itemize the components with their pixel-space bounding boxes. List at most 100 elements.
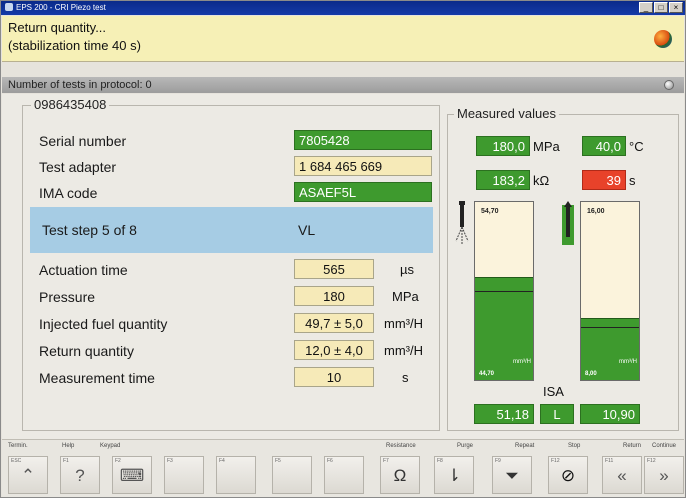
main-area: 0986435408 Serial number 7805428 Test ad…	[2, 94, 684, 439]
keypad-button[interactable]: F2 ⌨	[112, 456, 152, 494]
key-number: F11	[605, 458, 614, 464]
key-number: F3	[167, 458, 173, 464]
resistance-button[interactable]: F7 Ω	[380, 456, 420, 494]
maximize-button[interactable]: □	[654, 2, 668, 13]
double-chevron-left-icon: «	[617, 466, 627, 485]
return-quantity-unit: mm³/H	[384, 343, 423, 358]
injector-purge-icon: ⇂	[446, 466, 462, 485]
minimize-button[interactable]: _	[639, 2, 653, 13]
injected-gauge-min: 44,70	[479, 371, 495, 377]
close-button[interactable]: ×	[669, 2, 683, 13]
resistance-reading-unit: kΩ	[533, 173, 550, 188]
f4-button[interactable]: F4	[216, 456, 256, 494]
ima-code-label: IMA code	[39, 185, 98, 201]
return-quantity-label: Return quantity	[39, 343, 134, 359]
pressure-reading: 180,0	[476, 136, 530, 156]
help-icon: ?	[75, 466, 85, 485]
termin-button[interactable]: ESC ⌃	[8, 456, 48, 494]
temperature-reading: 40,0	[582, 136, 626, 156]
injected-gauge-max: 54,70	[481, 208, 499, 215]
key-number: ESC	[11, 458, 22, 464]
title-bar: EPS 200 - CRI Piezo test _ □ ×	[1, 1, 685, 15]
globe-icon	[654, 30, 672, 48]
injected-fuel-label: Injected fuel quantity	[39, 316, 168, 332]
injector-spray-icon	[455, 201, 469, 245]
app-window: EPS 200 - CRI Piezo test _ □ × Return qu…	[0, 0, 686, 498]
injected-quantity-gauge: 54,70 mm³/H 44,70	[474, 201, 534, 381]
elapsed-time-reading-unit: s	[629, 173, 636, 188]
help-label: Help	[62, 443, 75, 449]
f3-button[interactable]: F3	[164, 456, 204, 494]
measurement-time-label: Measurement time	[39, 370, 155, 386]
part-number: 0986435408	[31, 97, 110, 112]
actuation-time-field: 565	[294, 259, 374, 279]
key-number: F4	[219, 458, 225, 464]
return-button[interactable]: F11 «	[602, 456, 642, 494]
key-number: F1	[63, 458, 69, 464]
ohm-icon: Ω	[393, 466, 407, 485]
stop-label: Stop	[568, 443, 581, 449]
temperature-reading-unit: °C	[629, 139, 644, 154]
key-number: F12	[551, 458, 560, 464]
test-step-label: Test step 5 of 8	[42, 222, 137, 238]
serial-number-field: 7805428	[294, 130, 432, 150]
test-step-value: VL	[298, 222, 316, 238]
keypad-label: Keypad	[100, 443, 121, 449]
key-number: F8	[437, 458, 443, 464]
pressure-reading-unit: MPa	[533, 139, 560, 154]
protocol-bar: Number of tests in protocol: 0	[2, 77, 684, 93]
help-button[interactable]: F1 ?	[60, 456, 100, 494]
ima-code-field: ASAEF5L	[294, 182, 432, 202]
test-adapter-field: 1 684 465 669	[294, 156, 432, 176]
termin-label: Termin.	[8, 443, 28, 449]
status-banner: Return quantity... (stabilization time 4…	[2, 16, 684, 62]
return-gauge-max: 16,00	[587, 208, 605, 215]
purge-label: Purge	[457, 443, 474, 449]
return-gauge-min: 8,00	[585, 371, 597, 377]
injector-return-icon	[562, 201, 574, 245]
key-number: F9	[495, 458, 501, 464]
key-number: F12	[647, 458, 656, 464]
key-number: F2	[115, 458, 121, 464]
key-number: F7	[383, 458, 389, 464]
return-gauge-reference	[581, 327, 639, 328]
injected-fuel-unit: mm³/H	[384, 316, 423, 331]
measurement-time-unit: s	[402, 370, 409, 385]
return-quantity-gauge: 16,00 mm³/H 8,00	[580, 201, 640, 381]
status-detail: (stabilization time 40 s)	[8, 38, 141, 53]
isa-label: ISA	[543, 384, 564, 399]
classification-result: L	[540, 404, 574, 424]
injected-gauge-reference	[475, 291, 533, 292]
pressure-unit: MPa	[392, 289, 419, 304]
key-number: F6	[327, 458, 333, 464]
protocol-count: Number of tests in protocol: 0	[8, 79, 152, 91]
test-adapter-label: Test adapter	[39, 159, 117, 175]
repeat-label: Repeat	[515, 443, 535, 449]
status-message: Return quantity...	[8, 20, 107, 35]
app-icon	[5, 3, 13, 11]
injected-result: 51,18	[474, 404, 534, 424]
purge-button[interactable]: F8 ⇂	[434, 456, 474, 494]
window-title: EPS 200 - CRI Piezo test	[16, 3, 106, 12]
return-result: 10,90	[580, 404, 640, 424]
resistance-reading: 183,2	[476, 170, 530, 190]
key-number: F5	[275, 458, 281, 464]
f6-button[interactable]: F6	[324, 456, 364, 494]
return-label: Return	[623, 443, 642, 449]
continue-button[interactable]: F12 »	[644, 456, 684, 494]
measurement-time-field: 10	[294, 367, 374, 387]
repeat-icon: ⏷	[505, 466, 519, 485]
keyboard-icon: ⌨	[119, 466, 145, 485]
injected-fuel-field: 49,7 ± 5,0	[294, 313, 374, 333]
status-led-icon	[664, 80, 674, 90]
measured-values-title: Measured values	[454, 106, 559, 121]
actuation-time-label: Actuation time	[39, 262, 128, 278]
actuation-time-unit: µs	[400, 262, 414, 277]
stop-button[interactable]: F12 ⊘	[548, 456, 588, 494]
f5-button[interactable]: F5	[272, 456, 312, 494]
elapsed-time-reading: 39	[582, 170, 626, 190]
repeat-button[interactable]: F9 ⏷	[492, 456, 532, 494]
injected-gauge-unit: mm³/H	[513, 359, 531, 365]
function-key-toolbar: Termin. Help Keypad Resistance Purge Rep…	[2, 439, 684, 497]
stop-icon: ⊘	[560, 466, 576, 485]
